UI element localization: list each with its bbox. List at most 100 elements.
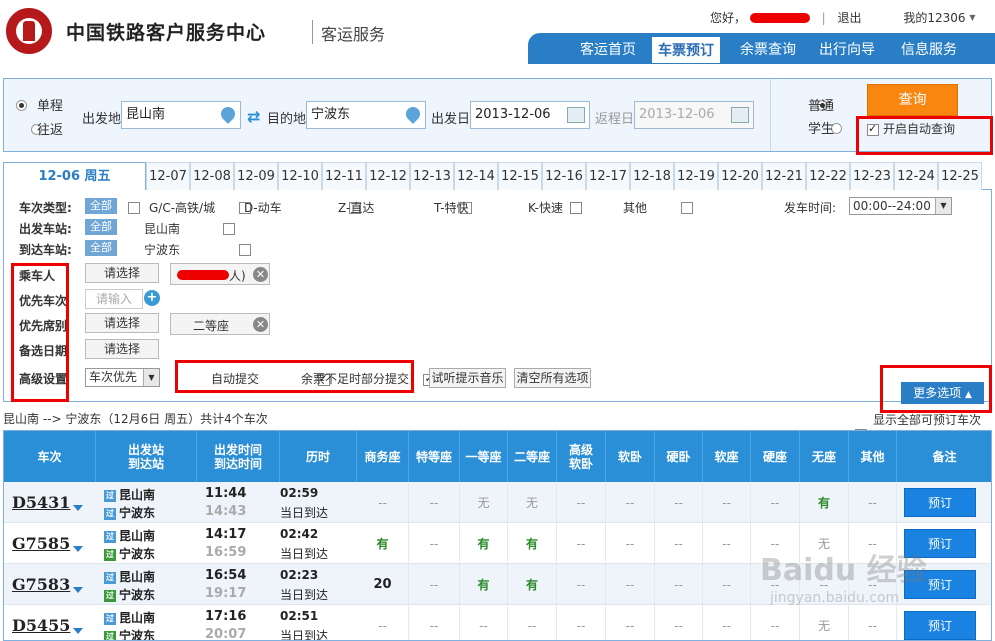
- seat-availability-cell: --: [460, 605, 508, 640]
- column-header[interactable]: 历时: [280, 431, 357, 482]
- nav-info-service[interactable]: 信息服务: [901, 39, 957, 59]
- train-number-link[interactable]: D5455: [12, 616, 70, 635]
- to-station-all-button[interactable]: 全部: [85, 240, 117, 256]
- train-type-gc-checkbox[interactable]: [128, 201, 140, 214]
- redacted-username: [749, 12, 810, 23]
- query-button[interactable]: 查询: [867, 84, 958, 116]
- tab-date[interactable]: 12-09: [234, 162, 278, 190]
- to-station-text: 宁波东: [119, 506, 156, 520]
- chevron-down-icon[interactable]: ▼: [935, 198, 951, 214]
- annotation-box-settings-labels: [11, 263, 69, 402]
- seat-availability-cell: 无: [508, 482, 557, 523]
- seat-availability-cell: --: [606, 482, 655, 523]
- depart-time: 16:54: [205, 568, 247, 583]
- test-music-button[interactable]: 试听提示音乐: [429, 368, 506, 388]
- tab-date[interactable]: 12-12: [366, 162, 410, 190]
- tab-date[interactable]: 12-23: [850, 162, 894, 190]
- nav-booking[interactable]: 车票预订: [652, 37, 720, 63]
- tab-date[interactable]: 12-07: [146, 162, 190, 190]
- column-header[interactable]: 出发站 到达站: [96, 431, 197, 482]
- chevron-down-icon[interactable]: [73, 505, 83, 511]
- tab-date[interactable]: 12-18: [630, 162, 674, 190]
- train-type-k-checkbox[interactable]: [570, 201, 583, 214]
- location-pin-icon[interactable]: [403, 104, 423, 124]
- station-start-icon: 过: [104, 530, 116, 543]
- order-priority-select[interactable]: 车次优先 ▼: [85, 368, 160, 387]
- tab-date[interactable]: 12-19: [674, 162, 718, 190]
- chevron-down-icon[interactable]: [73, 546, 83, 552]
- station-start-icon: 过: [104, 612, 116, 625]
- to-station-input[interactable]: 宁波东: [306, 101, 426, 129]
- tab-date[interactable]: 12-08: [190, 162, 234, 190]
- train-number-link[interactable]: G7585: [12, 534, 70, 553]
- chevron-down-icon[interactable]: [73, 628, 83, 634]
- to-station-checkbox[interactable]: [238, 243, 251, 256]
- from-station-checkbox[interactable]: [222, 222, 235, 235]
- railway-logo-icon[interactable]: [6, 8, 52, 54]
- passenger-tag: 人) ✕: [170, 263, 270, 285]
- duration: 02:42: [280, 527, 319, 541]
- arrive-note: 当日到达: [280, 588, 329, 602]
- to-station-filter-label: 到达车站:: [19, 243, 72, 257]
- train-type-z-label: Z-直达: [338, 201, 375, 215]
- main-nav: 客运首页 车票预订 余票查询 出行向导 信息服务: [528, 33, 995, 64]
- to-station-option: 宁波东: [144, 243, 181, 257]
- tab-date[interactable]: 12-10: [278, 162, 322, 190]
- depart-time-select[interactable]: 00:00--24:00 ▼: [849, 197, 952, 215]
- tab-date[interactable]: 12-13: [410, 162, 454, 190]
- from-label: 出发地: [82, 112, 122, 127]
- train-type-other-checkbox[interactable]: [681, 201, 694, 214]
- tab-date[interactable]: 12-21: [762, 162, 806, 190]
- tab-date[interactable]: 12-24: [894, 162, 938, 190]
- from-station-option: 昆山南: [144, 222, 181, 236]
- station-end-icon: 过: [104, 507, 116, 520]
- seat-availability-cell: 无: [800, 605, 849, 640]
- tab-date[interactable]: 12-17: [586, 162, 630, 190]
- depart-date-input[interactable]: 2013-12-06: [470, 101, 590, 129]
- tab-date[interactable]: 12-16: [542, 162, 586, 190]
- column-header: 备注: [897, 431, 991, 482]
- tab-date[interactable]: 12-25: [938, 162, 982, 190]
- logout-link[interactable]: 退出: [838, 9, 862, 26]
- chevron-down-icon[interactable]: ▼: [143, 369, 159, 386]
- return-date-input[interactable]: 2013-12-06: [634, 101, 754, 129]
- chevron-down-icon: ▼: [969, 13, 976, 22]
- train-number-link[interactable]: G7583: [12, 575, 70, 594]
- priority-train-input[interactable]: 请输入: [85, 289, 143, 309]
- calendar-icon[interactable]: [567, 107, 585, 123]
- my-account-link[interactable]: 我的12306: [903, 9, 965, 26]
- add-priority-train-icon[interactable]: +: [144, 290, 160, 306]
- choose-seat-button[interactable]: 请选择: [85, 313, 159, 333]
- tab-date[interactable]: 12-14: [454, 162, 498, 190]
- location-pin-icon[interactable]: [218, 104, 238, 124]
- seat-availability-cell: --: [655, 605, 703, 640]
- tab-date-active[interactable]: 12-06 周五: [3, 162, 146, 191]
- book-button[interactable]: 预订: [904, 488, 976, 517]
- nav-home[interactable]: 客运首页: [580, 39, 636, 59]
- remove-seat-icon[interactable]: ✕: [253, 317, 268, 332]
- swap-stations-icon[interactable]: ⇄: [247, 107, 260, 126]
- remove-passenger-icon[interactable]: ✕: [253, 267, 268, 282]
- column-header: 无座: [800, 431, 849, 482]
- choose-backup-date-button[interactable]: 请选择: [85, 339, 159, 359]
- nav-ticket-query[interactable]: 余票查询: [740, 39, 796, 59]
- from-station-input[interactable]: 昆山南: [121, 101, 241, 129]
- tab-date[interactable]: 12-22: [806, 162, 850, 190]
- tab-date[interactable]: 12-11: [322, 162, 366, 190]
- greeting-text: 您好，: [710, 11, 747, 25]
- from-station-cell: 过昆山南: [104, 609, 155, 626]
- tab-date[interactable]: 12-20: [718, 162, 762, 190]
- calendar-icon[interactable]: [731, 107, 749, 123]
- one-way-radio[interactable]: [16, 100, 27, 111]
- nav-travel-guide[interactable]: 出行向导: [819, 39, 875, 59]
- chevron-down-icon[interactable]: [73, 587, 83, 593]
- from-station-all-button[interactable]: 全部: [85, 219, 117, 235]
- clear-all-button[interactable]: 清空所有选项: [514, 368, 591, 388]
- book-button[interactable]: 预订: [904, 611, 976, 640]
- train-type-all-button[interactable]: 全部: [85, 198, 117, 214]
- train-number-link[interactable]: D5431: [12, 493, 70, 512]
- order-priority-value: 车次优先: [89, 370, 138, 384]
- tab-date[interactable]: 12-15: [498, 162, 542, 190]
- column-header[interactable]: 出发时间 到达时间: [197, 431, 280, 482]
- choose-passenger-button[interactable]: 请选择: [85, 263, 159, 283]
